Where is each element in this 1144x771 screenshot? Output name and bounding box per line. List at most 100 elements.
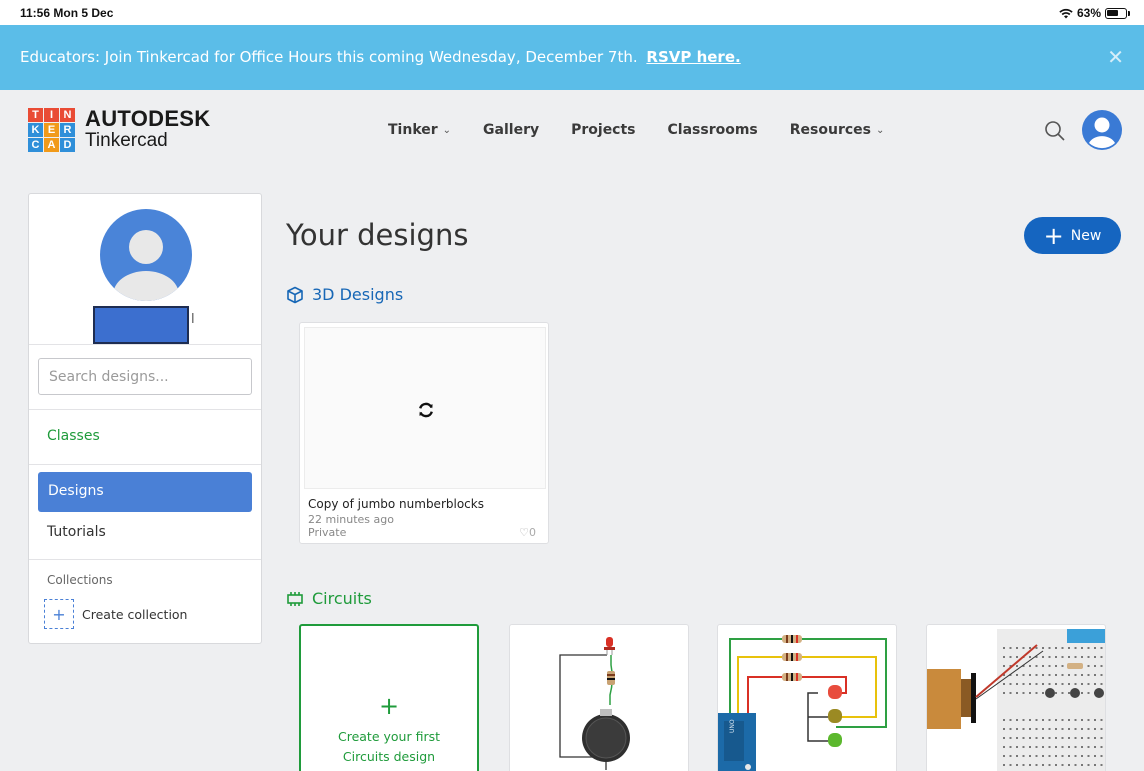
breadboard-hole [1016,755,1018,757]
plus-icon: + [44,599,74,629]
like-count: 0 [529,526,536,539]
sidebar-item-classes[interactable]: Classes [47,428,100,444]
status-indicators: 63% [1059,6,1130,20]
breadboard-hole [1029,719,1031,721]
svg-text:UNO: UNO [729,719,736,733]
breadboard-hole [1022,764,1025,766]
breadboard-hole [1081,728,1083,730]
search-designs-input[interactable] [38,358,252,395]
breadboard-hole [1042,665,1044,667]
breadboard-hole [1048,665,1051,667]
breadboard-hole [1042,656,1044,658]
sidebar-item-designs[interactable]: Designs [38,472,252,512]
circuit-card[interactable]: UNO [717,624,897,771]
design-card[interactable]: Copy of jumbo numberblocks 22 minutes ag… [299,322,549,544]
breadboard-hole [1061,764,1064,766]
breadboard-hole [1068,683,1070,685]
breadboard-hole [1048,656,1051,658]
breadboard-hole [1016,737,1018,739]
breadboard-hole [1003,692,1005,694]
breadboard-hole [1074,647,1077,649]
breadboard-hole [1009,728,1012,730]
breadboard-hole [1016,764,1018,766]
design-thumbnail [304,327,546,489]
breadboard-hole [1094,746,1096,748]
nav-projects[interactable]: Projects [571,122,635,138]
create-circuit-line1: Create your first [337,729,440,744]
breadboard-hole [1094,728,1096,730]
chevron-down-icon: ⌄ [442,124,452,136]
create-collection-button[interactable]: + Create collection [44,599,187,629]
breadboard-hole [1003,665,1005,667]
sidebar-item-tutorials[interactable]: Tutorials [47,524,106,540]
breadboard-hole [1087,755,1090,757]
breadboard-hole [1068,656,1070,658]
user-avatar-icon[interactable] [1082,110,1122,150]
logo-tile: I [44,108,59,122]
breadboard-hole [1087,683,1090,685]
loading-spinner-icon [419,402,433,418]
breadboard-hole [1100,728,1103,730]
breadboard-hole [1074,755,1077,757]
breadboard-hole [1055,665,1057,667]
breadboard-hole [1022,692,1025,694]
breadboard-hole [1003,647,1005,649]
breadboard-hole [1042,647,1044,649]
breadboard-hole [1022,746,1025,748]
rsvp-link[interactable]: RSVP here. [646,48,740,66]
collections-label: Collections [47,573,113,587]
nav-gallery[interactable]: Gallery [483,122,539,138]
breadboard-hole [1055,719,1057,721]
breadboard-hole [1068,647,1070,649]
breadboard-hole [1074,737,1077,739]
breadboard-hole [1022,647,1025,649]
banner-close-icon[interactable]: ✕ [1107,45,1124,69]
nav-tinker[interactable]: Tinker ⌄ [388,122,451,138]
design-likes[interactable]: ♡0 [519,526,536,539]
breadboard-hole [1035,737,1038,739]
new-button[interactable]: + New [1024,217,1121,254]
logo-tinkercad: Tinkercad [85,130,168,151]
battery-percent: 63% [1076,6,1101,20]
breadboard-hole [1022,719,1025,721]
status-time: 11:56 Mon 5 Dec [20,6,114,20]
breadboard-hole [1009,719,1012,721]
breadboard-hole [1029,764,1031,766]
breadboard-hole [1061,692,1064,694]
breadboard-hole [1081,755,1083,757]
search-icon[interactable] [1044,120,1066,142]
design-time: 22 minutes ago [308,513,394,526]
breadboard-hole [1055,764,1057,766]
breadboard-hole [1003,719,1005,721]
circuit-card[interactable] [926,624,1106,771]
breadboard-hole [1016,746,1018,748]
circuit-card[interactable] [509,624,689,771]
breadboard-hole [1100,755,1103,757]
breadboard-hole [1035,683,1038,685]
breadboard-hole [1048,746,1051,748]
logo-grid-icon: TIN KER CAD [28,108,75,152]
breadboard-hole [1016,683,1018,685]
breadboard-hole [1029,755,1031,757]
breadboard-hole [1061,674,1064,676]
breadboard-hole [1042,746,1044,748]
nav-classrooms[interactable]: Classrooms [668,122,758,138]
circuit-led-battery-thumbnail [559,637,630,770]
breadboard-hole [1003,683,1005,685]
nav-resources[interactable]: Resources ⌄ [790,122,885,138]
create-first-circuit-card[interactable]: + Create your first Circuits design [299,624,479,771]
breadboard-hole [1061,728,1064,730]
logo-tile: E [44,123,59,137]
breadboard-hole [1009,746,1012,748]
main-nav: Tinker ⌄ Gallery Projects Classrooms Reso… [388,122,884,138]
divider [29,344,261,345]
plus-icon: + [1043,221,1064,250]
site-header: TIN KER CAD AUTODESK Tinkercad Tinker ⌄ Gal… [0,90,1144,170]
breadboard-hole [1016,692,1018,694]
breadboard-hole [1094,647,1096,649]
breadboard-hole [1003,755,1005,757]
breadboard-hole [1042,728,1044,730]
tinkercad-logo[interactable]: TIN KER CAD AUTODESK Tinkercad [28,108,210,152]
breadboard-hole [1048,728,1051,730]
new-button-label: New [1070,227,1102,244]
